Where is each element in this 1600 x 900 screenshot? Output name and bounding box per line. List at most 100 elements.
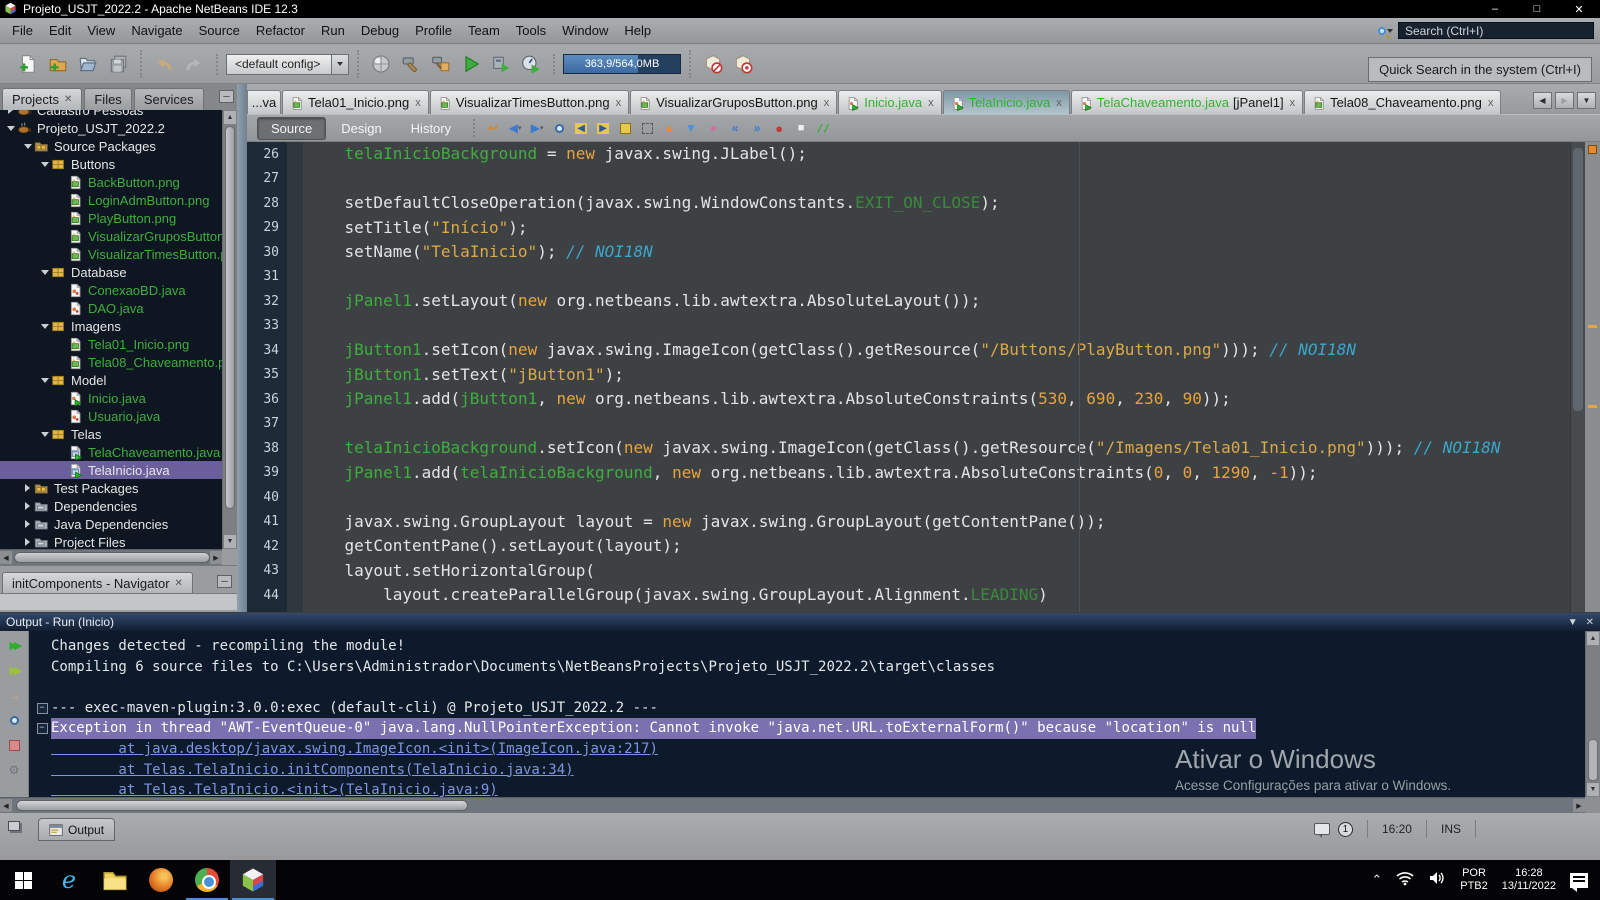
globe-icon[interactable] <box>367 50 395 78</box>
record-macro-icon[interactable]: ● <box>769 118 789 138</box>
scroll-left-icon[interactable]: ◀ <box>0 551 12 564</box>
scroll-tabs-left-icon[interactable]: ◀ <box>1533 92 1552 109</box>
editor-vertical-scrollbar[interactable] <box>1570 142 1585 612</box>
menu-profile[interactable]: Profile <box>407 20 460 41</box>
tree-item-telachaveamento-java[interactable]: TelaChaveamento.java <box>0 443 222 461</box>
restore-group-icon[interactable] <box>8 821 20 831</box>
redo-icon[interactable] <box>180 50 208 78</box>
internet-explorer-taskbar-icon[interactable]: e <box>46 860 92 900</box>
tree-item-usuario-java[interactable]: Usuario.java <box>0 407 222 425</box>
tree-collapse-icon[interactable] <box>21 144 34 149</box>
editor-tab-tela01-inicio-png[interactable]: Tela01_Inicio.pngx <box>282 90 429 114</box>
close-button[interactable]: ✕ <box>1558 0 1600 18</box>
comment-icon[interactable]: // <box>813 118 833 138</box>
clean-build-project-icon[interactable] <box>427 50 455 78</box>
tray-expand-icon[interactable]: ⌃ <box>1371 872 1382 888</box>
scroll-down-icon[interactable]: ▼ <box>1587 783 1599 796</box>
scroll-right-icon[interactable]: ▶ <box>210 551 222 564</box>
menu-debug[interactable]: Debug <box>353 20 407 41</box>
maximize-button[interactable]: □ <box>1516 0 1558 18</box>
close-icon[interactable]: ✕ <box>64 94 72 105</box>
memory-gauge[interactable]: 363,9/564,0MB <box>563 54 681 74</box>
tree-collapse-icon[interactable] <box>38 162 51 167</box>
fold-toggle-icon[interactable] <box>33 703 51 714</box>
stack-trace-link[interactable]: at java.desktop/javax.swing.ImageIcon.<i… <box>51 739 658 760</box>
menu-team[interactable]: Team <box>460 20 508 41</box>
clear-output-icon[interactable] <box>4 736 24 754</box>
output-header[interactable]: Output - Run (Inicio) ▼ ✕ <box>0 613 1600 631</box>
warning-mark[interactable] <box>1588 325 1597 328</box>
tree-item-java-dependencies[interactable]: Java Dependencies <box>0 515 222 533</box>
clock[interactable]: 16:28 13/11/2022 <box>1502 867 1556 893</box>
tree-item-telainicio-java[interactable]: TelaInicio.java <box>0 461 222 479</box>
firefox-taskbar-icon[interactable] <box>138 860 184 900</box>
last-edit-icon[interactable]: ↩ <box>483 118 503 138</box>
tree-vertical-scrollbar[interactable]: ▲ ▼ <box>222 110 237 549</box>
scroll-up-icon[interactable]: ▲ <box>1587 632 1599 645</box>
tree-item-inicio-java[interactable]: Inicio.java <box>0 389 222 407</box>
fold-toggle-icon[interactable] <box>33 723 51 734</box>
editor-tab-visualizargruposbutton-png[interactable]: VisualizarGruposButton.pngx <box>630 90 837 114</box>
action-center-icon[interactable] <box>1570 873 1588 888</box>
duplicate-icon[interactable]: ● <box>703 118 723 138</box>
tree-item-visualizargruposbutton-png[interactable]: VisualizarGruposButton.png <box>0 227 222 245</box>
gc-snapshot-icon[interactable] <box>699 50 727 78</box>
stack-trace-link[interactable]: at Telas.TelaInicio.initComponents(TelaI… <box>51 760 574 781</box>
tree-item-imagens[interactable]: Imagens <box>0 317 222 335</box>
output-window-button[interactable]: Output <box>38 818 115 841</box>
tab-files[interactable]: Files <box>84 88 131 110</box>
close-tab-icon[interactable]: x <box>1056 97 1062 109</box>
undo-icon[interactable] <box>150 50 178 78</box>
tree-item-buttons[interactable]: Buttons <box>0 155 222 173</box>
output-vertical-scrollbar[interactable]: ▲ ▼ <box>1585 631 1600 797</box>
tree-item-cadastro-pessoas[interactable]: Cadastro Pessoas <box>0 110 222 119</box>
tree-item-source-packages[interactable]: Source Packages <box>0 137 222 155</box>
view-source-button[interactable]: Source <box>257 117 326 140</box>
minimize-panel-button[interactable]: ─ <box>217 575 232 588</box>
tree-item-loginadmbutton-png[interactable]: LoginAdmButton.png <box>0 191 222 209</box>
tree-item-database[interactable]: Database <box>0 263 222 281</box>
run-arrow-icon[interactable]: → <box>4 686 24 704</box>
stop-macro-icon[interactable]: ■ <box>791 118 811 138</box>
tree-expand-icon[interactable] <box>21 484 34 492</box>
scroll-up-icon[interactable]: ▲ <box>224 111 236 124</box>
menu-tools[interactable]: Tools <box>508 20 554 41</box>
move-up-icon[interactable]: ▲ <box>659 118 679 138</box>
scrollbar-thumb[interactable] <box>1588 739 1598 781</box>
menu-edit[interactable]: Edit <box>41 20 79 41</box>
tree-item-playbutton-png[interactable]: PlayButton.png <box>0 209 222 227</box>
open-project-icon[interactable] <box>74 50 102 78</box>
tree-collapse-icon[interactable] <box>38 432 51 437</box>
panel-splitter[interactable] <box>237 84 247 612</box>
tree-item-conexaobd-java[interactable]: ConexaoBD.java <box>0 281 222 299</box>
tab-navigator[interactable]: initComponents - Navigator ✕ <box>2 572 193 593</box>
menu-navigate[interactable]: Navigate <box>123 20 190 41</box>
config-dropdown[interactable]: <default config> <box>226 54 349 75</box>
notification-count[interactable]: 1 <box>1338 822 1353 837</box>
scrollbar-thumb[interactable] <box>225 126 235 509</box>
tree-item-project-files[interactable]: Project Files <box>0 533 222 549</box>
maximize-output-icon[interactable]: ▼ <box>1568 617 1578 628</box>
menu-refactor[interactable]: Refactor <box>248 20 313 41</box>
warning-mark[interactable] <box>1588 405 1597 408</box>
menu-view[interactable]: View <box>79 20 123 41</box>
rect-selection-icon[interactable] <box>637 118 657 138</box>
file-explorer-taskbar-icon[interactable] <box>92 860 138 900</box>
tree-horizontal-scrollbar[interactable]: ◀ ▶ <box>0 549 222 565</box>
menu-source[interactable]: Source <box>191 20 248 41</box>
tree-item-model[interactable]: Model <box>0 371 222 389</box>
editor-tab-telachaveamento-java[interactable]: TelaChaveamento.java [jPanel1]x <box>1071 90 1303 114</box>
search-input[interactable]: Search (Ctrl+I) <box>1398 22 1594 39</box>
output-horizontal-scrollbar[interactable]: ◀ ▶ <box>0 797 1585 813</box>
gc-profile-icon[interactable] <box>729 50 757 78</box>
close-tab-icon[interactable]: x <box>415 97 421 109</box>
tree-expand-icon[interactable] <box>21 502 34 510</box>
close-tab-icon[interactable]: x <box>1290 97 1296 109</box>
scroll-right-icon[interactable]: ▶ <box>1573 799 1585 812</box>
save-all-icon[interactable] <box>104 50 132 78</box>
shift-right-icon[interactable]: » <box>747 118 767 138</box>
find-in-output-icon[interactable] <box>4 711 24 729</box>
rerun-icon[interactable]: ▶▶ <box>4 636 24 654</box>
menu-window[interactable]: Window <box>554 20 616 41</box>
find-icon[interactable] <box>549 118 569 138</box>
